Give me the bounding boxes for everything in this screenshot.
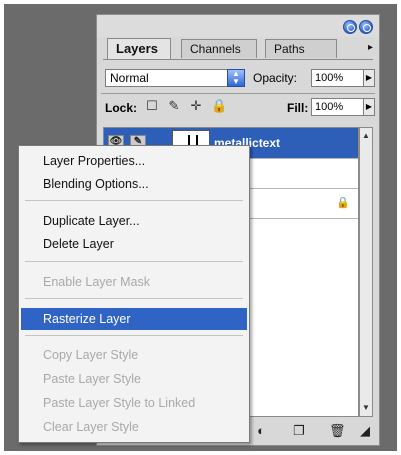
close-icon[interactable] bbox=[359, 20, 373, 34]
opacity-label: Opacity: bbox=[253, 71, 298, 85]
lock-label: Lock: bbox=[105, 101, 138, 115]
opacity-field[interactable]: 100% bbox=[311, 69, 365, 87]
tab-channels[interactable]: Channels bbox=[181, 39, 257, 58]
up-down-arrows-icon[interactable]: ▲ ▼ bbox=[227, 69, 245, 87]
layer-context-menu: Layer Properties... Blending Options... … bbox=[18, 145, 250, 443]
layers-scrollbar[interactable]: ▲ ▼ bbox=[359, 127, 373, 417]
lock-transparent-icon[interactable]: ☐ bbox=[145, 99, 159, 113]
fill-field[interactable]: 100% bbox=[311, 98, 365, 116]
collapse-icon[interactable] bbox=[343, 20, 357, 34]
menu-item-enable-layer-mask: Enable Layer Mask bbox=[43, 275, 151, 289]
tab-layers[interactable]: Layers bbox=[107, 38, 171, 59]
lock-image-brush-icon[interactable]: ✎ bbox=[167, 99, 181, 113]
menu-item-copy-layer-style: Copy Layer Style bbox=[43, 348, 139, 362]
divider bbox=[101, 93, 375, 94]
menu-item-clear-layer-style: Clear Layer Style bbox=[43, 420, 139, 434]
tab-paths[interactable]: Paths bbox=[265, 39, 337, 58]
scroll-up-icon[interactable]: ▲ bbox=[360, 130, 372, 142]
menu-item-layer-properties[interactable]: Layer Properties... bbox=[21, 150, 247, 172]
lock-all-padlock-icon[interactable]: 🔒 bbox=[211, 99, 227, 113]
palette-tabs: Layers Channels Paths ▸ bbox=[103, 37, 373, 60]
palette-titlebar[interactable] bbox=[97, 15, 379, 37]
menu-separator bbox=[25, 335, 243, 336]
blend-mode-select[interactable]: Normal ▲ ▼ bbox=[105, 69, 245, 87]
menu-item-paste-layer-style: Paste Layer Style bbox=[43, 372, 141, 386]
menu-item-duplicate-layer[interactable]: Duplicate Layer... bbox=[21, 210, 247, 232]
blend-mode-value: Normal bbox=[110, 71, 149, 85]
menu-item-delete-layer[interactable]: Delete Layer bbox=[21, 233, 247, 255]
fill-slider-arrow-icon[interactable]: ▶ bbox=[363, 98, 375, 116]
menu-item-blending-options[interactable]: Blending Options... bbox=[21, 173, 247, 195]
adjustment-layer-icon[interactable]: ◐ bbox=[253, 423, 269, 439]
lock-position-move-icon[interactable]: ✛ bbox=[189, 99, 203, 113]
menu-item-rasterize-layer[interactable]: Rasterize Layer bbox=[21, 308, 247, 330]
menu-separator bbox=[25, 261, 243, 262]
layer-lock-icon: 🔒 bbox=[336, 197, 350, 209]
menu-separator bbox=[25, 200, 243, 201]
menu-item-paste-layer-style-to-linked: Paste Layer Style to Linked bbox=[43, 396, 196, 410]
palette-menu-icon[interactable]: ▸ bbox=[368, 42, 373, 53]
menu-separator bbox=[25, 298, 243, 299]
trash-icon[interactable]: 🗑 bbox=[329, 423, 346, 439]
fill-label: Fill: bbox=[287, 101, 309, 115]
resize-grip-icon[interactable]: ◢ bbox=[357, 423, 373, 439]
new-layer-icon[interactable]: ❐ bbox=[291, 423, 307, 439]
opacity-slider-arrow-icon[interactable]: ▶ bbox=[363, 69, 375, 87]
scroll-down-icon[interactable]: ▼ bbox=[360, 402, 372, 414]
